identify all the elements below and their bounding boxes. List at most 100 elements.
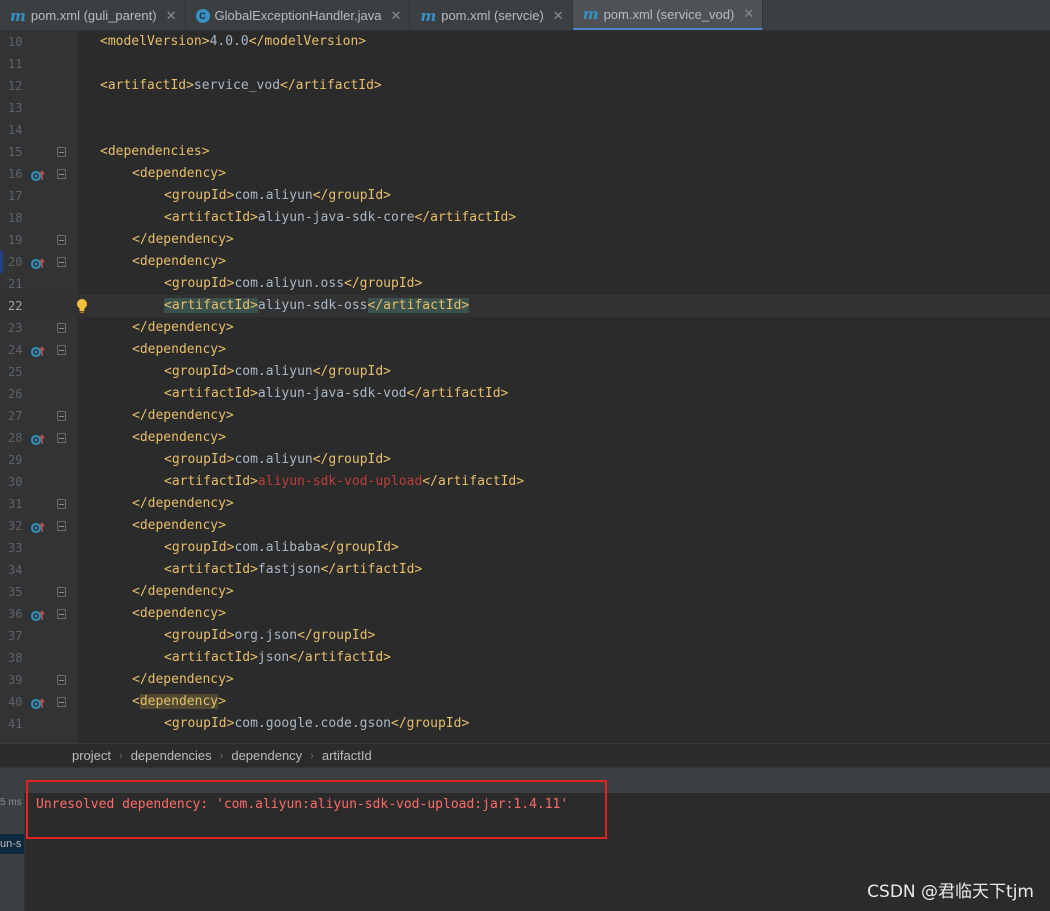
line-number: 30 <box>8 475 23 489</box>
code-line[interactable]: 40 <dependency> <box>0 691 1050 713</box>
xml-open-tag: <groupId> <box>164 628 235 643</box>
build-tree-pane: 5 ms un-s <box>0 793 25 911</box>
maven-dependency-gutter-icon[interactable] <box>31 168 45 181</box>
xml-value: fastjson <box>257 562 321 577</box>
fold-toggle-icon[interactable] <box>57 697 66 707</box>
code-text: <dependencies> <box>100 141 210 163</box>
maven-dependency-gutter-icon[interactable] <box>31 432 45 445</box>
code-line[interactable]: 37 <groupId>org.json</groupId> <box>0 625 1050 647</box>
code-text: </dependency> <box>132 669 234 691</box>
xml-value: 4.0.0 <box>209 34 249 49</box>
chevron-right-icon: › <box>219 749 224 762</box>
code-line[interactable]: 10 <modelVersion>4.0.0</modelVersion> <box>0 31 1050 53</box>
code-line[interactable]: 36 <dependency> <box>0 603 1050 625</box>
intention-bulb-icon[interactable] <box>76 298 88 314</box>
code-line[interactable]: 25 <groupId>com.aliyun</groupId> <box>0 361 1050 383</box>
fold-toggle-icon[interactable] <box>57 323 66 333</box>
code-editor[interactable]: 10 <modelVersion>4.0.0</modelVersion> 11 12… <box>0 31 1050 743</box>
build-tree-node[interactable]: un-s <box>0 834 24 854</box>
line-number: 19 <box>8 233 23 247</box>
xml-close-tag: </modelVersion> <box>248 34 367 49</box>
code-text: <groupId>org.json</groupId> <box>164 625 375 647</box>
tab-0[interactable]: m pom.xml (guli_parent) ✕ <box>0 0 186 30</box>
breadcrumb-item[interactable]: artifactId <box>322 748 372 763</box>
fold-toggle-icon[interactable] <box>57 675 66 685</box>
xml-value: aliyun-sdk-oss <box>257 298 368 313</box>
code-line[interactable]: 28 <dependency> <box>0 427 1050 449</box>
code-line[interactable]: 33 <groupId>com.alibaba</groupId> <box>0 537 1050 559</box>
tab-3[interactable]: m pom.xml (service_vod) ✕ <box>572 0 764 30</box>
breadcrumb-item[interactable]: project <box>72 748 111 763</box>
code-line[interactable]: 29 <groupId>com.aliyun</groupId> <box>0 449 1050 471</box>
code-line[interactable]: 31 </dependency> <box>0 493 1050 515</box>
close-icon[interactable]: ✕ <box>553 8 564 24</box>
xml-close-tag: </dependency> <box>132 496 234 511</box>
maven-dependency-gutter-icon[interactable] <box>31 344 45 357</box>
code-line[interactable]: 35 </dependency> <box>0 581 1050 603</box>
maven-icon: m <box>420 6 437 25</box>
fold-toggle-icon[interactable] <box>57 411 66 421</box>
xml-open-tag: <artifactId> <box>164 474 258 489</box>
fold-toggle-icon[interactable] <box>57 147 66 157</box>
code-line[interactable]: 20 <dependency> <box>0 251 1050 273</box>
xml-close-tag: </groupId> <box>320 540 399 555</box>
breadcrumb: project › dependencies › dependency › artifact… <box>0 743 1050 767</box>
maven-dependency-gutter-icon[interactable] <box>31 256 45 269</box>
fold-toggle-icon[interactable] <box>57 345 66 355</box>
code-line[interactable]: 34 <artifactId>fastjson</artifactId> <box>0 559 1050 581</box>
fold-toggle-icon[interactable] <box>57 169 66 179</box>
code-text: </dependency> <box>132 581 234 603</box>
code-line[interactable]: 18 <artifactId>aliyun-java-sdk-core</arti… <box>0 207 1050 229</box>
xml-close-tag: </artifactId> <box>406 386 509 401</box>
code-line[interactable]: 16 <dependency> <box>0 163 1050 185</box>
code-text: </dependency> <box>132 493 234 515</box>
xml-close-tag: </dependency> <box>132 584 234 599</box>
code-line[interactable]: 27 </dependency> <box>0 405 1050 427</box>
code-line[interactable]: 23 </dependency> <box>0 317 1050 339</box>
code-line[interactable]: 30 <artifactId>aliyun-sdk-vod-upload</art… <box>0 471 1050 493</box>
fold-toggle-icon[interactable] <box>57 499 66 509</box>
fold-toggle-icon[interactable] <box>57 609 66 619</box>
code-line[interactable]: 38 <artifactId>json</artifactId> <box>0 647 1050 669</box>
xml-close-tag: </dependency> <box>132 408 234 423</box>
code-line[interactable]: 26 <artifactId>aliyun-java-sdk-vod</artif… <box>0 383 1050 405</box>
tab-1[interactable]: C GlobalExceptionHandler.java ✕ <box>186 0 411 30</box>
line-number: 35 <box>8 585 23 599</box>
code-line[interactable]: 32 <dependency> <box>0 515 1050 537</box>
code-line[interactable]: 21 <groupId>com.aliyun.oss</groupId> <box>0 273 1050 295</box>
code-line[interactable]: 19 </dependency> <box>0 229 1050 251</box>
line-number: 40 <box>8 695 23 709</box>
breadcrumb-item[interactable]: dependency <box>231 748 302 763</box>
fold-toggle-icon[interactable] <box>57 257 66 267</box>
fold-toggle-icon[interactable] <box>57 235 66 245</box>
code-line[interactable]: 24 <dependency> <box>0 339 1050 361</box>
maven-dependency-gutter-icon[interactable] <box>31 608 45 621</box>
code-line[interactable]: 17 <groupId>com.aliyun</groupId> <box>0 185 1050 207</box>
fold-toggle-icon[interactable] <box>57 587 66 597</box>
line-number: 38 <box>8 651 23 665</box>
code-line[interactable]: 12 <artifactId>service_vod</artifactId> <box>0 75 1050 97</box>
fold-toggle-icon[interactable] <box>57 433 66 443</box>
code-line[interactable]: 41 <groupId>com.google.code.gson</groupId… <box>0 713 1050 735</box>
annotation-highlight-box <box>26 780 607 839</box>
close-icon[interactable]: ✕ <box>390 8 401 24</box>
breadcrumb-item[interactable]: dependencies <box>131 748 212 763</box>
code-line[interactable]: 39 </dependency> <box>0 669 1050 691</box>
close-icon[interactable]: ✕ <box>166 8 177 24</box>
code-line[interactable]: 11 <box>0 53 1050 75</box>
code-line[interactable]: 13 <box>0 97 1050 119</box>
line-number: 26 <box>8 387 23 401</box>
chevron-right-icon: › <box>119 749 123 762</box>
code-line[interactable]: 22 <artifactId>aliyun-sdk-oss</artifactId… <box>0 295 1050 317</box>
maven-dependency-gutter-icon[interactable] <box>31 696 45 709</box>
fold-toggle-icon[interactable] <box>57 521 66 531</box>
code-line[interactable]: 15 <dependencies> <box>0 141 1050 163</box>
line-number: 14 <box>8 123 23 137</box>
close-icon[interactable]: ✕ <box>743 6 754 22</box>
chevron-right-icon: › <box>310 749 314 762</box>
code-line[interactable]: 14 <box>0 119 1050 141</box>
maven-dependency-gutter-icon[interactable] <box>31 520 45 533</box>
tab-2[interactable]: m pom.xml (servcie) ✕ <box>410 0 573 30</box>
xml-value: com.aliyun <box>234 188 313 203</box>
xml-open-tag: <artifactId> <box>164 650 258 665</box>
